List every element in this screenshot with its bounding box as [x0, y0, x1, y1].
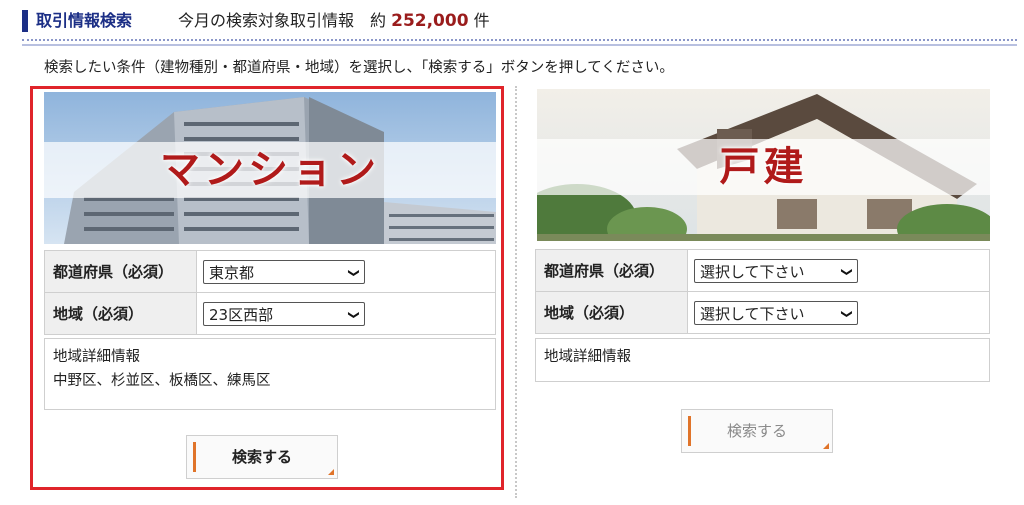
header-subtitle-prefix: 今月の検索対象取引情報 約 — [178, 11, 387, 30]
mansion-detail-text: 中野区、杉並区、板橋区、練馬区 — [53, 373, 271, 389]
mansion-form-table: 都道府県（必須） 東京都 ❯ 地域（必須） 23区西部 ❯ — [44, 250, 496, 335]
house-region-row: 地域（必須） 選択して下さい ❯ — [535, 291, 990, 334]
chevron-down-icon: ❯ — [840, 266, 854, 277]
page-header: 取引情報検索 今月の検索対象取引情報 約 252,000 件 — [0, 0, 1024, 46]
header-accent-bar — [22, 10, 28, 32]
house-detail-title: 地域詳細情報 — [544, 349, 631, 365]
house-region-value: 選択して下さい — [700, 304, 805, 323]
mansion-prefecture-label: 都道府県（必須） — [44, 250, 197, 293]
transaction-count: 252,000 — [391, 11, 469, 31]
button-accent-bar — [193, 442, 196, 472]
panel-divider — [515, 86, 517, 498]
mansion-region-row: 地域（必須） 23区西部 ❯ — [44, 292, 496, 335]
house-prefecture-row: 都道府県（必須） 選択して下さい ❯ — [535, 249, 990, 292]
mansion-region-select[interactable]: 23区西部 ❯ — [203, 301, 365, 326]
chevron-down-icon: ❯ — [347, 309, 361, 320]
house-prefecture-select[interactable]: 選択して下さい ❯ — [694, 258, 858, 283]
house-title: 戸建 — [719, 143, 808, 190]
house-search-button[interactable]: 検索する — [681, 409, 833, 453]
header-subtitle: 今月の検索対象取引情報 約 252,000 件 — [178, 11, 490, 31]
house-prefecture-label: 都道府県（必須） — [535, 249, 688, 292]
page-title: 取引情報検索 — [36, 11, 133, 30]
house-region-select[interactable]: 選択して下さい ❯ — [694, 300, 858, 325]
instruction-text: 検索したい条件（建物種別・都道府県・地域）を選択し、「検索する」ボタンを押してく… — [44, 60, 674, 76]
mansion-prefecture-value: 東京都 — [209, 263, 255, 282]
house-panel: 戸建 都道府県（必須） 選択して下さい ❯ 地域（必須） 選択して下さい ❯ 地… — [535, 86, 992, 490]
house-form-table: 都道府県（必須） 選択して下さい ❯ 地域（必須） 選択して下さい ❯ — [535, 249, 990, 334]
house-search-label: 検索する — [726, 422, 787, 440]
mansion-banner: マンション — [44, 92, 496, 244]
house-banner: 戸建 — [537, 89, 990, 241]
mansion-search-button[interactable]: 検索する — [186, 435, 338, 479]
mansion-prefecture-row: 都道府県（必須） 東京都 ❯ — [44, 250, 496, 293]
chevron-down-icon: ❯ — [347, 267, 361, 278]
mansion-region-detail: 地域詳細情報 中野区、杉並区、板橋区、練馬区 — [44, 338, 496, 410]
mansion-region-label: 地域（必須） — [44, 292, 197, 335]
mansion-region-value: 23区西部 — [209, 305, 274, 324]
button-accent-bar — [688, 416, 691, 446]
mansion-search-label: 検索する — [231, 448, 292, 466]
house-region-detail: 地域詳細情報 — [535, 338, 990, 382]
mansion-prefecture-select[interactable]: 東京都 ❯ — [203, 259, 365, 284]
count-unit: 件 — [473, 11, 490, 30]
header-divider — [22, 39, 1017, 41]
mansion-panel: マンション 都道府県（必須） 東京都 ❯ 地域（必須） 23区西部 ❯ 地域詳細… — [30, 86, 504, 490]
corner-triangle-icon — [328, 469, 334, 475]
header-underline — [22, 44, 1017, 46]
house-region-label: 地域（必須） — [535, 291, 688, 334]
mansion-title: マンション — [160, 146, 380, 193]
corner-triangle-icon — [823, 443, 829, 449]
mansion-detail-title: 地域詳細情報 — [53, 349, 140, 365]
chevron-down-icon: ❯ — [840, 308, 854, 319]
house-prefecture-value: 選択して下さい — [700, 262, 805, 281]
